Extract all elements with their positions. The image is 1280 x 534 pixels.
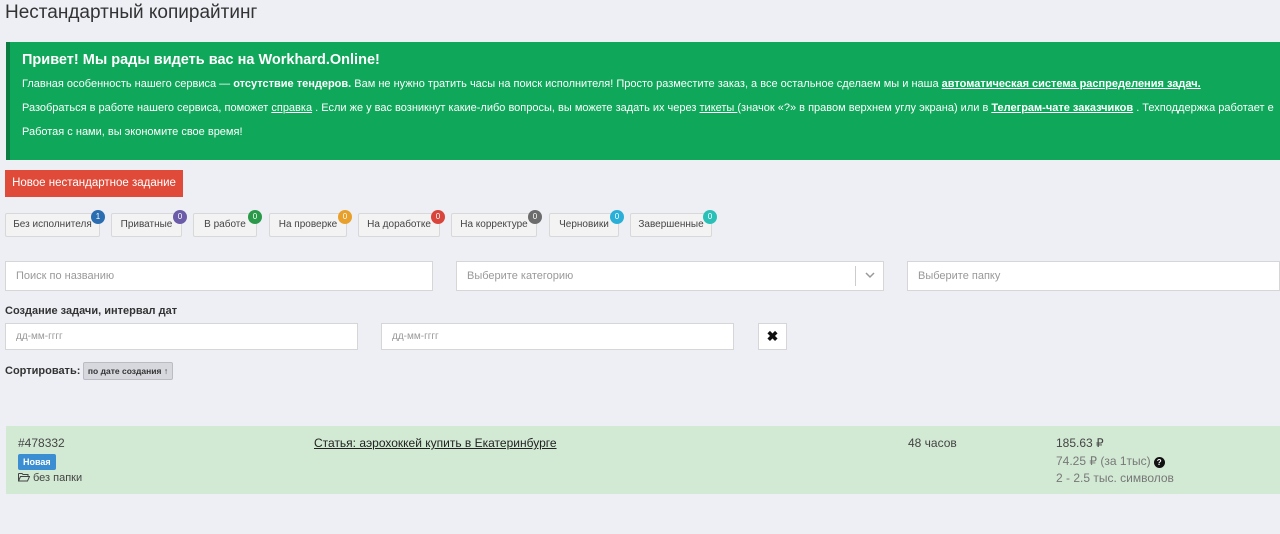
telegram-chat-link[interactable]: Телеграм-чате заказчиков	[991, 102, 1133, 114]
rate-text: 74.25 ₽ (за 1тыс)	[1056, 454, 1151, 468]
tickets-link[interactable]: тикеты	[700, 102, 738, 114]
highlight-text: отсутствие тендеров.	[233, 78, 352, 90]
category-placeholder: Выберите категорию	[467, 270, 574, 282]
filter-on-proofreading[interactable]: На корректуре 0	[451, 210, 542, 237]
task-deadline: 48 часов	[908, 436, 957, 450]
category-select[interactable]: Выберите категорию	[456, 261, 884, 291]
text: (значок «?» в правом верхнем углу экрана…	[737, 102, 992, 114]
filter-count-badge: 0	[528, 210, 542, 224]
filter-private[interactable]: Приватные 0	[111, 210, 187, 237]
filter-count-badge: 0	[248, 210, 262, 224]
filter-in-progress[interactable]: В работе 0	[193, 210, 262, 237]
status-badge: Новая	[18, 454, 56, 470]
filter-label: На проверке	[278, 219, 338, 230]
welcome-paragraph-2: Разобраться в работе нашего сервиса, пом…	[22, 101, 1280, 115]
date-from-input[interactable]: дд-мм-гггг	[5, 323, 358, 350]
filter-count-badge: 0	[338, 210, 352, 224]
date-to-input[interactable]: дд-мм-гггг	[381, 323, 734, 350]
sort-by-date-button[interactable]: по дате создания ↑	[83, 362, 173, 380]
filter-label: Без исполнителя	[13, 219, 92, 230]
clear-dates-button[interactable]: ✖	[758, 323, 787, 350]
filter-on-rework[interactable]: На доработке 0	[358, 210, 445, 237]
date-interval-label: Создание задачи, интервал дат	[5, 305, 178, 317]
filter-label: Завершенные	[638, 219, 704, 230]
welcome-heading: Привет! Мы рады видеть вас на Workhard.O…	[22, 52, 380, 68]
text: Вам не нужно тратить часы на поиск испол…	[351, 78, 942, 90]
filter-completed[interactable]: Завершенные 0	[630, 210, 717, 237]
task-price: 185.63 ₽	[1056, 436, 1104, 450]
task-size: 2 - 2.5 тыс. символов	[1056, 471, 1174, 485]
new-task-button[interactable]: Новое нестандартное задание	[5, 170, 183, 197]
filter-label: На корректуре	[460, 219, 528, 230]
task-rate: 74.25 ₽ (за 1тыс)?	[1056, 454, 1165, 468]
filter-count-badge: 0	[431, 210, 445, 224]
folder-open-icon	[18, 472, 31, 485]
filter-no-executor[interactable]: Без исполнителя 1	[5, 210, 105, 237]
distribution-system-link[interactable]: автоматическая система распределения зад…	[942, 78, 1201, 90]
filter-label: В работе	[204, 219, 246, 230]
page-title: Нестандартный копирайтинг	[5, 2, 258, 23]
sort-label: Сортировать:	[5, 365, 81, 377]
text: Разобраться в работе нашего сервиса, пом…	[22, 102, 272, 114]
filter-count-badge: 0	[173, 210, 187, 224]
question-circle-icon[interactable]: ?	[1153, 457, 1165, 468]
welcome-paragraph-1: Главная особенность нашего сервиса — отс…	[22, 77, 1280, 91]
filter-label: Приватные	[120, 219, 173, 230]
folder-select[interactable]: Выберите папку	[907, 261, 1280, 291]
filter-drafts[interactable]: Черновики 0	[549, 210, 624, 237]
task-row[interactable]: #478332 Новая без папки Статья: аэрохокк…	[6, 426, 1280, 494]
text: . Если же у вас возникнут какие-либо воп…	[312, 102, 700, 114]
filter-count-badge: 1	[91, 210, 105, 224]
filter-label: Черновики	[559, 219, 609, 230]
folder-name: без папки	[33, 472, 83, 484]
filter-on-review[interactable]: На проверке 0	[269, 210, 352, 237]
search-input[interactable]: Поиск по названию	[5, 261, 433, 291]
filter-label: На доработке	[367, 219, 431, 230]
filter-count-badge: 0	[610, 210, 624, 224]
task-folder: без папки	[18, 472, 82, 485]
text: Главная особенность нашего сервиса —	[22, 78, 234, 90]
welcome-paragraph-3: Работая с нами, вы экономите свое время!	[22, 126, 243, 138]
filter-count-badge: 0	[703, 210, 717, 224]
text: . Техподдержка работает е	[1133, 102, 1274, 114]
help-link[interactable]: справка	[271, 102, 312, 114]
task-id: #478332	[18, 436, 65, 450]
welcome-banner: Привет! Мы рады видеть вас на Workhard.O…	[6, 42, 1280, 160]
task-title-link[interactable]: Статья: аэрохоккей купить в Екатеринбург…	[314, 436, 557, 450]
chevron-down-icon[interactable]	[855, 266, 883, 286]
